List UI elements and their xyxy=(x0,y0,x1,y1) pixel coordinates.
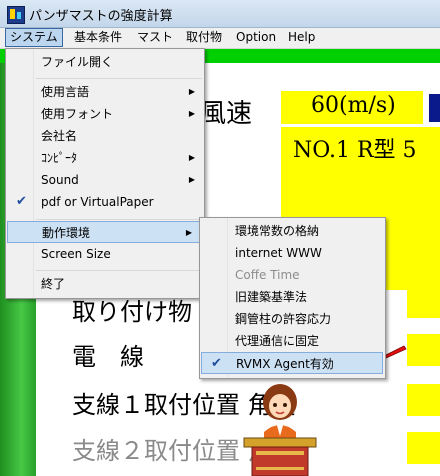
submenu-arrow-icon: ▶ xyxy=(188,109,195,118)
value-box-3[interactable] xyxy=(407,384,440,416)
value-box-2[interactable] xyxy=(407,334,440,366)
menu-item-computer[interactable]: ｺﾝﾋﾟｰﾀ ▶ xyxy=(6,147,204,169)
menu-item-rvmx-agent[interactable]: ✔ RVMX Agent有効 xyxy=(201,352,383,374)
menu-item-language[interactable]: 使用言語 ▶ xyxy=(6,81,204,103)
value-box-1[interactable] xyxy=(407,286,440,318)
title-bar: パンザマストの強度計算 xyxy=(0,0,440,28)
checkmark-icon: ✔ xyxy=(211,356,222,371)
submenu-arrow-icon: ▶ xyxy=(185,228,192,237)
menu-item-environment[interactable]: 動作環境 ▶ xyxy=(7,221,202,243)
menu-item-exit[interactable]: 終了 xyxy=(6,273,204,295)
menu-bar: システム 基本条件 マスト 取付物 Option Help xyxy=(0,28,440,49)
value-box-4[interactable] xyxy=(407,432,440,464)
menu-help[interactable]: Help xyxy=(284,29,319,46)
menu-item-store-constants[interactable]: 環境常数の格納 xyxy=(200,220,385,242)
wind-value: 60(m/s) xyxy=(311,93,396,118)
menu-separator xyxy=(36,78,202,79)
menu-item-proxy-comm[interactable]: 代理通信に固定 xyxy=(200,330,385,352)
assistant-mascot-image[interactable] xyxy=(238,380,322,476)
menu-attachments[interactable]: 取付物 xyxy=(182,29,226,46)
wind-value-box[interactable]: 60(m/s) xyxy=(281,91,423,124)
submenu-arrow-icon: ▶ xyxy=(188,175,195,184)
row-wires: 電 線 xyxy=(72,343,144,371)
type-value: NO.1 R型 5 xyxy=(293,138,417,163)
menu-option[interactable]: Option xyxy=(232,29,280,46)
menu-item-coffe-time: Coffe Time xyxy=(235,268,300,282)
menu-item-old-building-law[interactable]: 旧建築基準法 xyxy=(200,286,385,308)
menu-item-screen-size[interactable]: Screen Size xyxy=(6,243,204,265)
menu-item-steel-pole-stress[interactable]: 鋼管柱の許容応力 xyxy=(200,308,385,330)
wind-label: 風速 xyxy=(200,99,253,129)
menu-item-font[interactable]: 使用フォント ▶ xyxy=(6,103,204,125)
submenu-arrow-icon: ▶ xyxy=(188,153,195,162)
menu-item-open-file[interactable]: ファイル開く xyxy=(6,51,204,73)
menu-item-pdf[interactable]: ✔ pdf or VirtualPaper xyxy=(6,191,204,213)
submenu-arrow-icon: ▶ xyxy=(188,87,195,96)
menu-item-company[interactable]: 会社名 xyxy=(6,125,204,147)
checkmark-icon: ✔ xyxy=(16,194,27,209)
menu-item-internet[interactable]: internet WWW xyxy=(200,242,385,264)
menu-separator xyxy=(36,219,202,220)
menu-mast[interactable]: マスト xyxy=(133,29,177,46)
window-title: パンザマストの強度計算 xyxy=(29,9,173,24)
navy-box xyxy=(429,94,440,122)
environment-submenu: 環境常数の格納 internet WWW Coffe Time 旧建築基準法 鋼… xyxy=(199,217,386,379)
menu-system[interactable]: システム xyxy=(5,28,63,47)
menu-separator xyxy=(36,270,202,271)
menu-basic-conditions[interactable]: 基本条件 xyxy=(70,29,126,46)
system-menu: ファイル開く 使用言語 ▶ 使用フォント ▶ 会社名 ｺﾝﾋﾟｰﾀ ▶ Sound ▶ … xyxy=(5,48,205,299)
app-icon[interactable] xyxy=(7,6,25,24)
menu-item-sound[interactable]: Sound ▶ xyxy=(6,169,204,191)
